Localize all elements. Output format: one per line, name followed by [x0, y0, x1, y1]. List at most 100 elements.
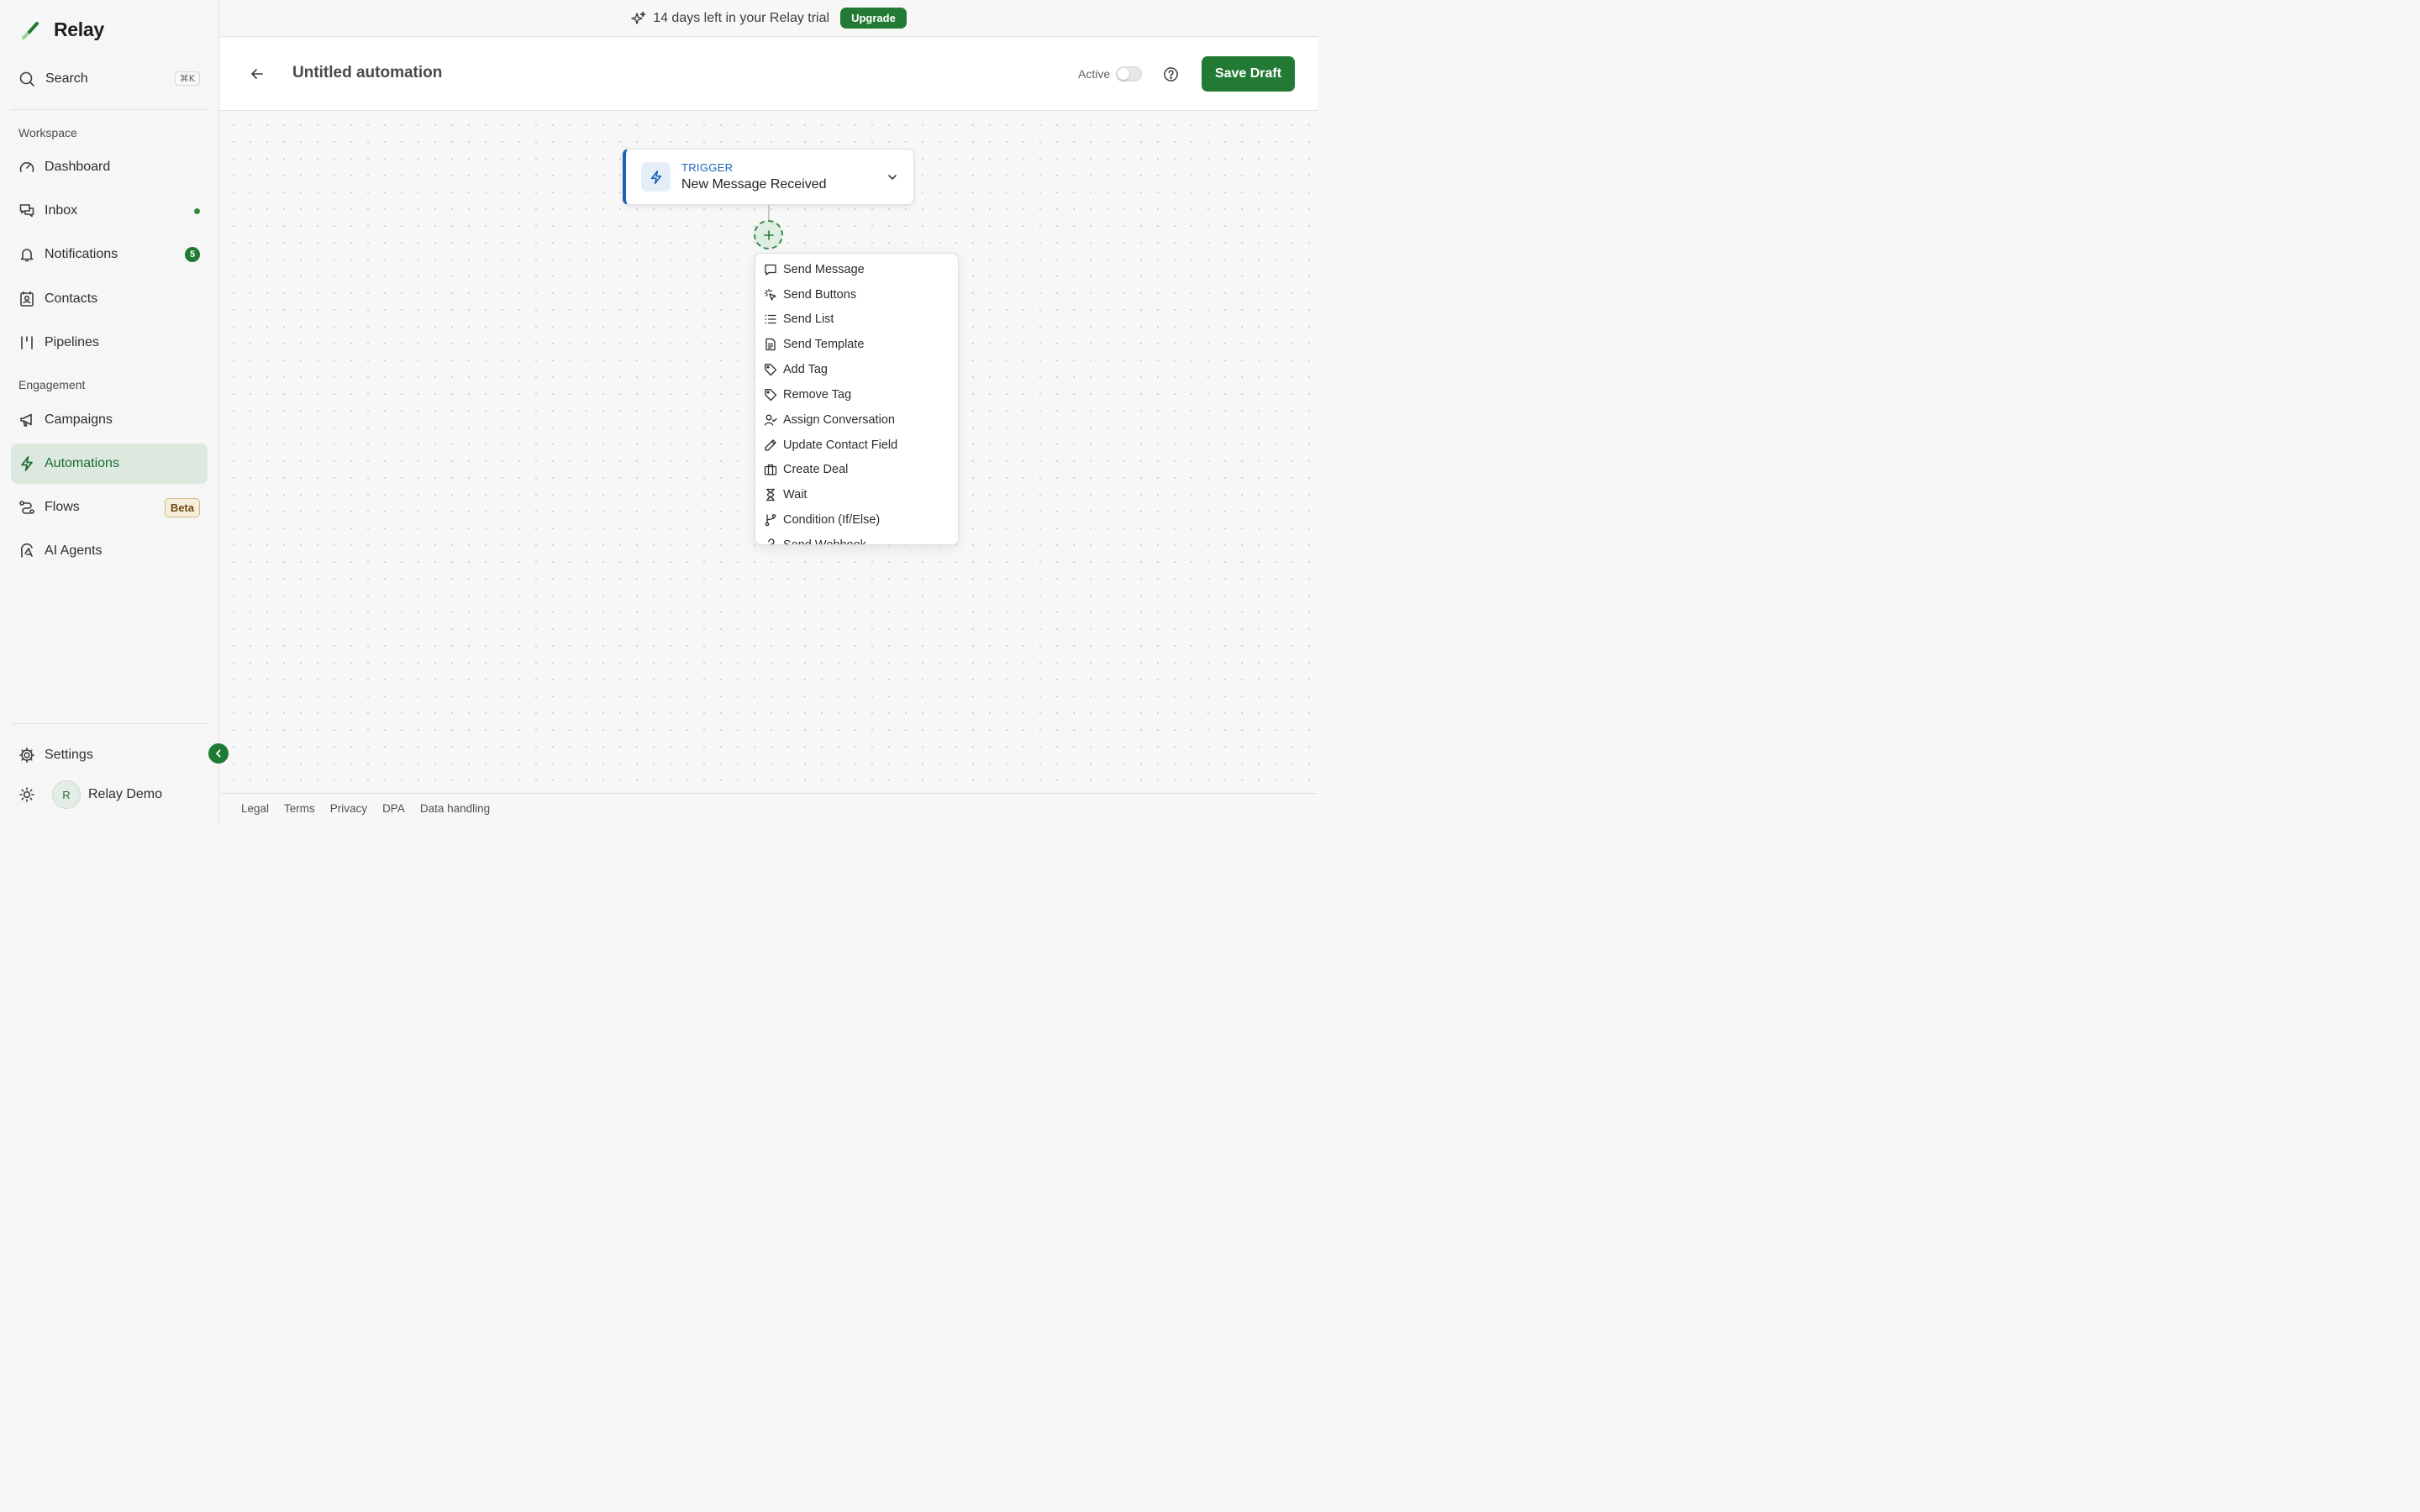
- menu-item-send-buttons[interactable]: Send Buttons: [755, 283, 958, 307]
- menu-item-send-webhook[interactable]: Send Webhook: [755, 533, 958, 545]
- sidebar-item-label: Pipelines: [45, 335, 99, 349]
- automation-title[interactable]: Untitled automation: [292, 64, 442, 82]
- sidebar-item-dashboard[interactable]: Dashboard: [11, 147, 208, 187]
- user-name: Relay Demo: [88, 787, 163, 801]
- lightning-icon: [650, 170, 661, 184]
- tag-icon: [765, 364, 777, 376]
- upgrade-button[interactable]: Upgrade: [840, 8, 907, 29]
- bell-icon: [20, 249, 34, 262]
- menu-item-label: Add Tag: [783, 363, 828, 376]
- footer: Legal Terms Privacy DPA Data handling: [220, 793, 1318, 823]
- section-label-workspace: Workspace: [18, 126, 77, 139]
- trial-message: 14 days left in your Relay trial: [653, 10, 830, 25]
- sidebar-item-label: Inbox: [45, 203, 78, 218]
- search-button[interactable]: Search ⌘K: [18, 67, 200, 91]
- trial-banner: 14 days left in your Relay trial Upgrade: [220, 0, 1318, 37]
- contact-book-icon: [20, 291, 34, 307]
- action-menu[interactable]: Send Message Send Buttons Send List Send…: [755, 253, 959, 545]
- menu-item-wait[interactable]: Wait: [755, 483, 958, 507]
- sparkles-icon: [631, 11, 646, 24]
- chevron-left-icon: [216, 749, 221, 758]
- menu-item-add-tag[interactable]: Add Tag: [755, 358, 958, 381]
- megaphone-icon: [20, 413, 32, 427]
- trigger-name: New Message Received: [681, 177, 827, 192]
- lightning-icon: [21, 456, 33, 471]
- back-button[interactable]: [249, 66, 266, 87]
- user-menu[interactable]: R Relay Demo: [18, 780, 162, 809]
- save-draft-button[interactable]: Save Draft: [1202, 56, 1295, 92]
- footer-link-data-handling[interactable]: Data handling: [420, 802, 490, 815]
- collapse-sidebar-button[interactable]: [208, 743, 229, 764]
- user-check-icon: [764, 414, 777, 426]
- help-icon: [1164, 67, 1178, 81]
- avatar: R: [52, 780, 81, 809]
- add-step-button[interactable]: [754, 220, 783, 249]
- menu-item-label: Send Webhook: [783, 538, 866, 545]
- pipeline-icon: [21, 336, 33, 349]
- menu-item-label: Send List: [783, 312, 834, 326]
- node-connector: [768, 205, 770, 222]
- active-toggle[interactable]: [1116, 66, 1142, 81]
- menu-item-update-contact-field[interactable]: Update Contact Field: [755, 433, 958, 457]
- sidebar-item-campaigns[interactable]: Campaigns: [11, 400, 208, 440]
- plus-icon: [763, 229, 774, 240]
- menu-item-send-list[interactable]: Send List: [755, 307, 958, 331]
- menu-item-send-message[interactable]: Send Message: [755, 258, 958, 281]
- trigger-icon-box: [641, 162, 671, 192]
- app-name: Relay: [54, 18, 104, 40]
- menu-item-label: Send Template: [783, 338, 865, 351]
- menu-item-label: Send Buttons: [783, 288, 857, 302]
- sidebar-item-label: Dashboard: [45, 160, 111, 174]
- theme-toggle-icon[interactable]: [18, 786, 35, 803]
- ai-agent-icon: [20, 543, 33, 558]
- sidebar-item-label: Campaigns: [45, 412, 113, 427]
- sidebar-item-automations[interactable]: Automations: [11, 444, 208, 484]
- automation-canvas[interactable]: TRIGGER New Message Received Send Messag…: [220, 112, 1318, 793]
- menu-item-create-deal[interactable]: Create Deal: [755, 458, 958, 481]
- footer-link-dpa[interactable]: DPA: [382, 802, 405, 815]
- section-label-engagement: Engagement: [18, 378, 86, 391]
- footer-link-legal[interactable]: Legal: [241, 802, 269, 815]
- menu-item-condition[interactable]: Condition (If/Else): [755, 508, 958, 532]
- list-icon: [765, 314, 776, 324]
- menu-item-label: Remove Tag: [783, 388, 852, 402]
- sidebar-item-contacts[interactable]: Contacts: [11, 279, 208, 319]
- beta-badge: Beta: [164, 497, 200, 517]
- sidebar-item-label: AI Agents: [45, 543, 103, 558]
- footer-link-privacy[interactable]: Privacy: [330, 802, 367, 815]
- arrow-left-icon: [251, 69, 263, 79]
- sidebar-item-pipelines[interactable]: Pipelines: [11, 323, 208, 363]
- menu-item-remove-tag[interactable]: Remove Tag: [755, 383, 958, 407]
- sidebar-item-label: Settings: [45, 748, 93, 762]
- hourglass-icon: [765, 488, 776, 501]
- menu-item-label: Wait: [783, 488, 808, 501]
- menu-item-assign-conversation[interactable]: Assign Conversation: [755, 408, 958, 432]
- trigger-node[interactable]: TRIGGER New Message Received: [623, 149, 914, 205]
- menu-item-label: Assign Conversation: [783, 413, 895, 427]
- sidebar-bottom-divider: [11, 723, 208, 724]
- automation-header: Untitled automation Active Save Draft: [220, 38, 1318, 111]
- tag-icon: [765, 389, 777, 402]
- menu-item-label: Send Message: [783, 263, 865, 276]
- sidebar-item-ai-agents[interactable]: AI Agents: [11, 531, 208, 571]
- sidebar-divider: [11, 109, 208, 110]
- sidebar-item-label: Flows: [45, 500, 80, 514]
- webhook-icon: [768, 538, 775, 544]
- message-icon: [765, 264, 776, 276]
- logo[interactable]: Relay: [18, 18, 104, 41]
- chat-icon: [19, 204, 34, 218]
- sidebar-item-notifications[interactable]: Notifications 5: [11, 234, 208, 275]
- unread-dot: [194, 207, 200, 214]
- chevron-down-icon[interactable]: [886, 171, 898, 183]
- sidebar-item-flows[interactable]: Flows Beta: [11, 487, 208, 528]
- menu-item-label: Update Contact Field: [783, 438, 898, 452]
- footer-link-terms[interactable]: Terms: [284, 802, 315, 815]
- search-label: Search: [45, 71, 88, 86]
- sidebar-item-inbox[interactable]: Inbox: [11, 191, 208, 231]
- help-button[interactable]: [1163, 66, 1179, 87]
- sidebar-item-label: Notifications: [45, 247, 118, 261]
- sidebar: Relay Search ⌘K Workspace Dashboard Inbo…: [0, 0, 219, 823]
- menu-item-send-template[interactable]: Send Template: [755, 333, 958, 356]
- sidebar-item-settings[interactable]: Settings: [11, 735, 208, 775]
- menu-item-label: Condition (If/Else): [783, 513, 881, 527]
